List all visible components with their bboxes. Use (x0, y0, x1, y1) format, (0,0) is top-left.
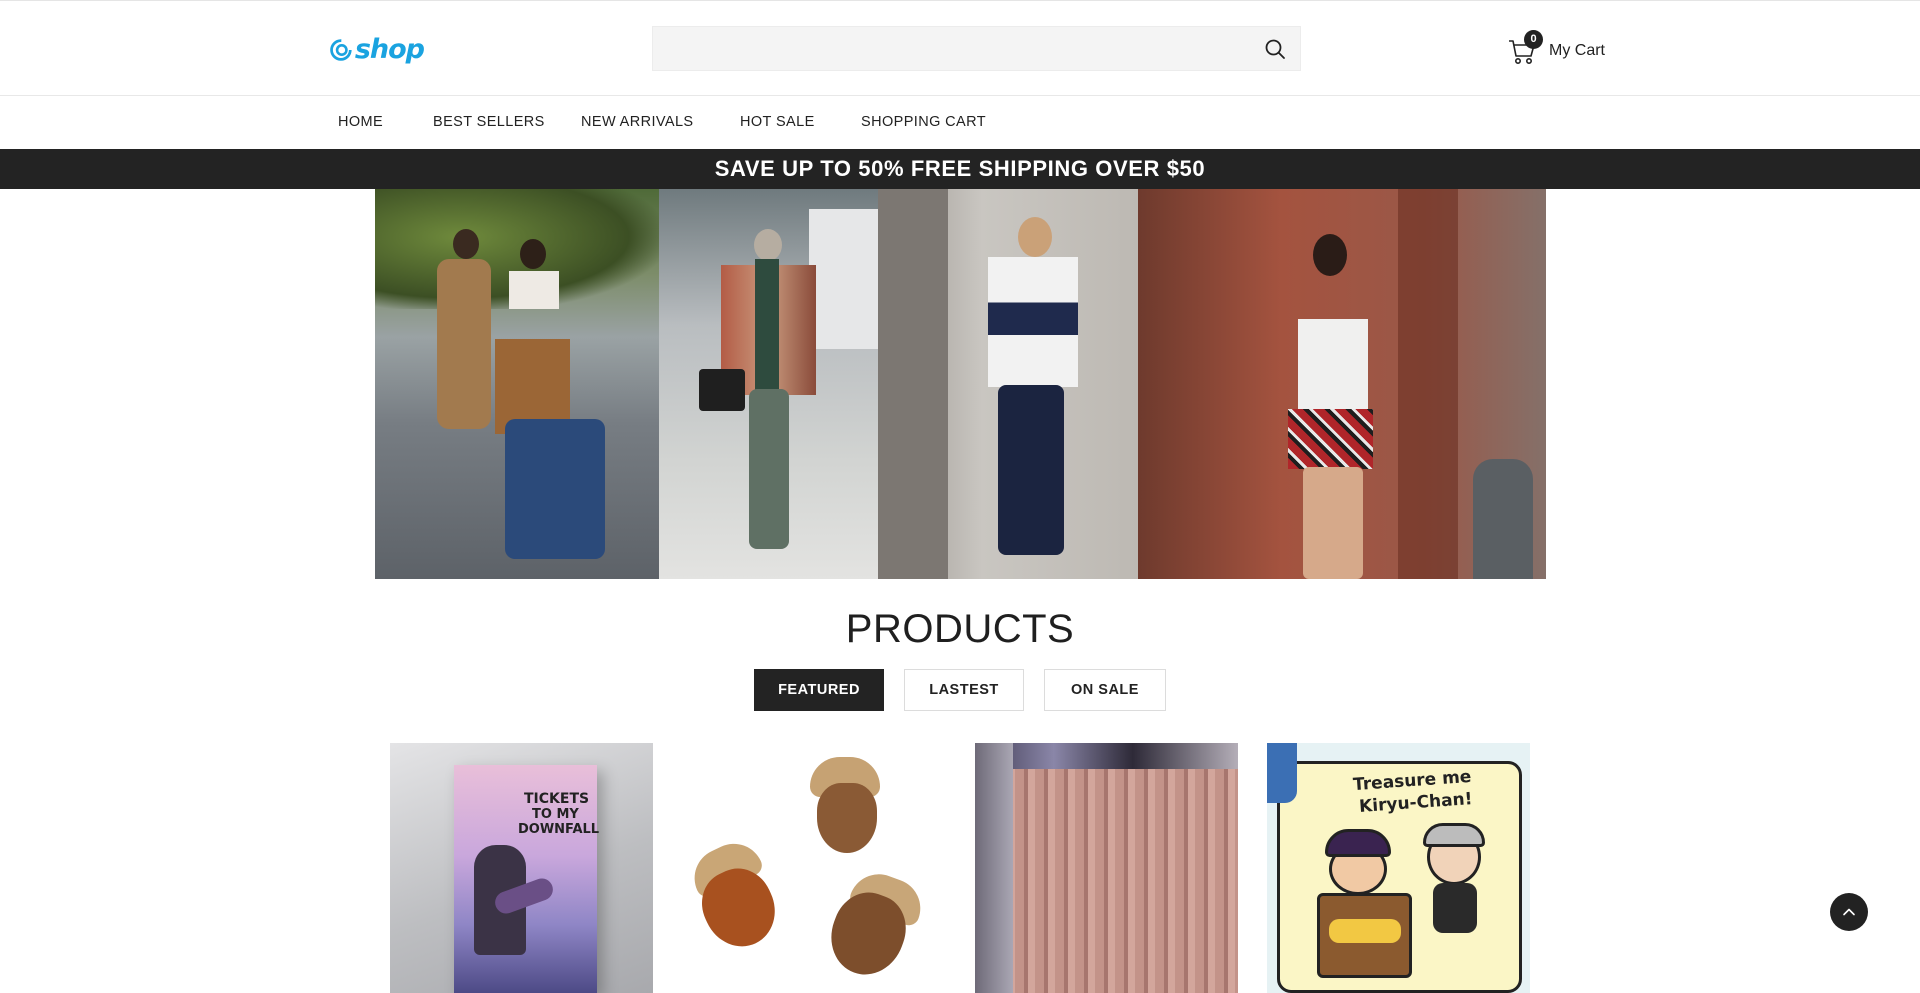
products-heading: PRODUCTS (845, 607, 1075, 651)
poster-title-line2: TO MY (532, 807, 579, 822)
shop-logo[interactable]: shop (329, 34, 425, 65)
acorn-product-image (682, 743, 945, 993)
poster-title-line1: TICKETS (524, 791, 590, 807)
back-to-top-button[interactable] (1830, 893, 1868, 931)
search-input[interactable] (653, 27, 1253, 70)
sticker-product-image: Treasure me Kiryu-Chan! (1267, 743, 1530, 993)
sticker-corner-blue (1267, 743, 1297, 803)
character-left-hat (1325, 829, 1391, 857)
tab-on-sale[interactable]: ON SALE (1044, 669, 1166, 711)
nav-item-best-sellers[interactable]: BEST SELLERS (433, 114, 545, 130)
poster-frame: TICKETS TO MY DOWNFALL (454, 765, 600, 993)
character-right-hair (1423, 823, 1485, 847)
curtain-left-wall (975, 743, 1013, 993)
hero-photo-2 (659, 189, 878, 579)
nav-item-hot-sale[interactable]: HOT SALE (740, 114, 815, 130)
product-card-sticker[interactable]: Treasure me Kiryu-Chan! (1267, 743, 1530, 993)
hero-banner-image[interactable] (375, 189, 1546, 579)
search-icon (1265, 39, 1285, 59)
nav-item-new-arrivals[interactable]: NEW ARRIVALS (581, 114, 694, 130)
nav-item-shopping-cart[interactable]: SHOPPING CART (861, 114, 986, 130)
nav-item-home[interactable]: HOME (338, 114, 383, 130)
search-button[interactable] (1264, 38, 1286, 60)
site-header: shop 0 My Cart (0, 1, 1920, 96)
main-nav: HOME BEST SELLERS NEW ARRIVALS HOT SALE … (0, 97, 1920, 149)
product-grid: TICKETS TO MY DOWNFALL Treasure me Kiryu… (390, 743, 1530, 993)
acorn-1-body (817, 783, 877, 853)
product-card-curtain[interactable] (975, 743, 1238, 993)
chevron-up-icon (1843, 908, 1855, 916)
curtain-product-image (975, 743, 1238, 993)
hero-photo-3 (878, 189, 1138, 579)
hero-photo-1 (375, 189, 659, 579)
tab-lastest[interactable]: LASTEST (904, 669, 1024, 711)
logo-text: shop (354, 34, 425, 65)
search-bar (652, 26, 1301, 71)
cart-label: My Cart (1549, 42, 1605, 59)
curtain-top-light (975, 743, 1238, 769)
logo-swirl-icon (330, 39, 352, 61)
product-card-acorns[interactable] (682, 743, 945, 993)
poster-title-line3: DOWNFALL (518, 822, 600, 837)
product-tabs: FEATURED LASTEST ON SALE (754, 669, 1166, 711)
cart-icon-wrap: 0 (1507, 30, 1543, 66)
gold-coins (1329, 919, 1401, 943)
promo-banner: SAVE UP TO 50% FREE SHIPPING OVER $50 (0, 149, 1920, 189)
hero-photo-4 (1138, 189, 1546, 579)
product-card-poster[interactable]: TICKETS TO MY DOWNFALL (390, 743, 653, 993)
character-right-body (1433, 883, 1477, 933)
cart-count-badge: 0 (1524, 30, 1543, 49)
my-cart-button[interactable]: 0 My Cart (1507, 30, 1605, 68)
tab-featured[interactable]: FEATURED (754, 669, 884, 711)
